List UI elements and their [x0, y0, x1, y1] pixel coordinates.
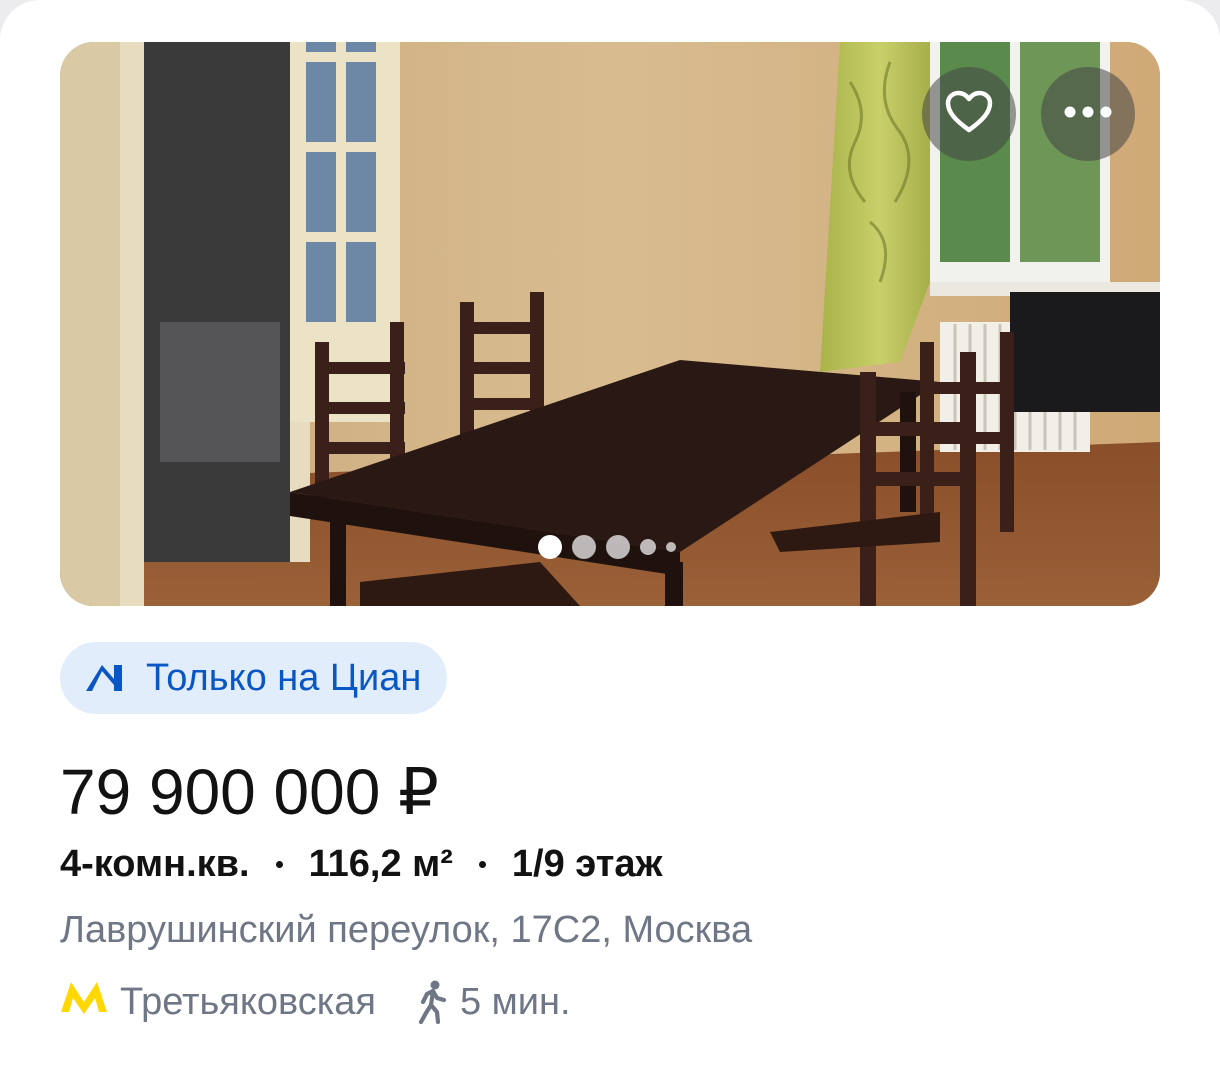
rooms-value: 4-комн.кв. — [60, 842, 250, 885]
metro-station: Третьяковская — [120, 980, 376, 1023]
pagination-dot[interactable] — [572, 535, 596, 559]
badge-label: Только на Циан — [146, 657, 422, 699]
listing-price: 79 900 000 ₽ — [60, 756, 439, 828]
listing-address: Лаврушинский переулок, 17С2, Москва — [60, 909, 753, 951]
only-on-cian-badge: Только на Циан — [60, 642, 448, 714]
floor-value: 1/9 этаж — [511, 842, 663, 885]
separator-dot — [478, 860, 486, 868]
more-horizontal-icon — [1064, 105, 1112, 123]
more-options-button[interactable] — [1041, 67, 1135, 161]
pagination-dot[interactable] — [666, 542, 676, 552]
pagination-dot-active[interactable] — [538, 535, 562, 559]
area-value: 116,2 м² — [308, 842, 453, 885]
cian-logo-icon — [84, 659, 132, 698]
gallery-pagination — [538, 535, 676, 559]
moscow-metro-icon — [60, 980, 108, 1024]
listing-card[interactable]: Только на Циан 79 900 000 ₽ 4-комн.кв. 1… — [0, 0, 1220, 1080]
heart-outline-icon — [945, 90, 993, 139]
pagination-dot[interactable] — [606, 535, 630, 559]
separator-dot — [275, 860, 283, 868]
walking-person-icon — [416, 980, 450, 1024]
listing-specs: 4-комн.кв. 116,2 м² 1/9 этаж — [60, 840, 662, 888]
favorite-button[interactable] — [922, 67, 1016, 161]
metro-info: Третьяковская 5 мин. — [60, 976, 571, 1028]
pagination-dot[interactable] — [640, 539, 656, 555]
photo-gallery[interactable] — [60, 42, 1160, 606]
walk-time: 5 мин. — [459, 980, 571, 1023]
